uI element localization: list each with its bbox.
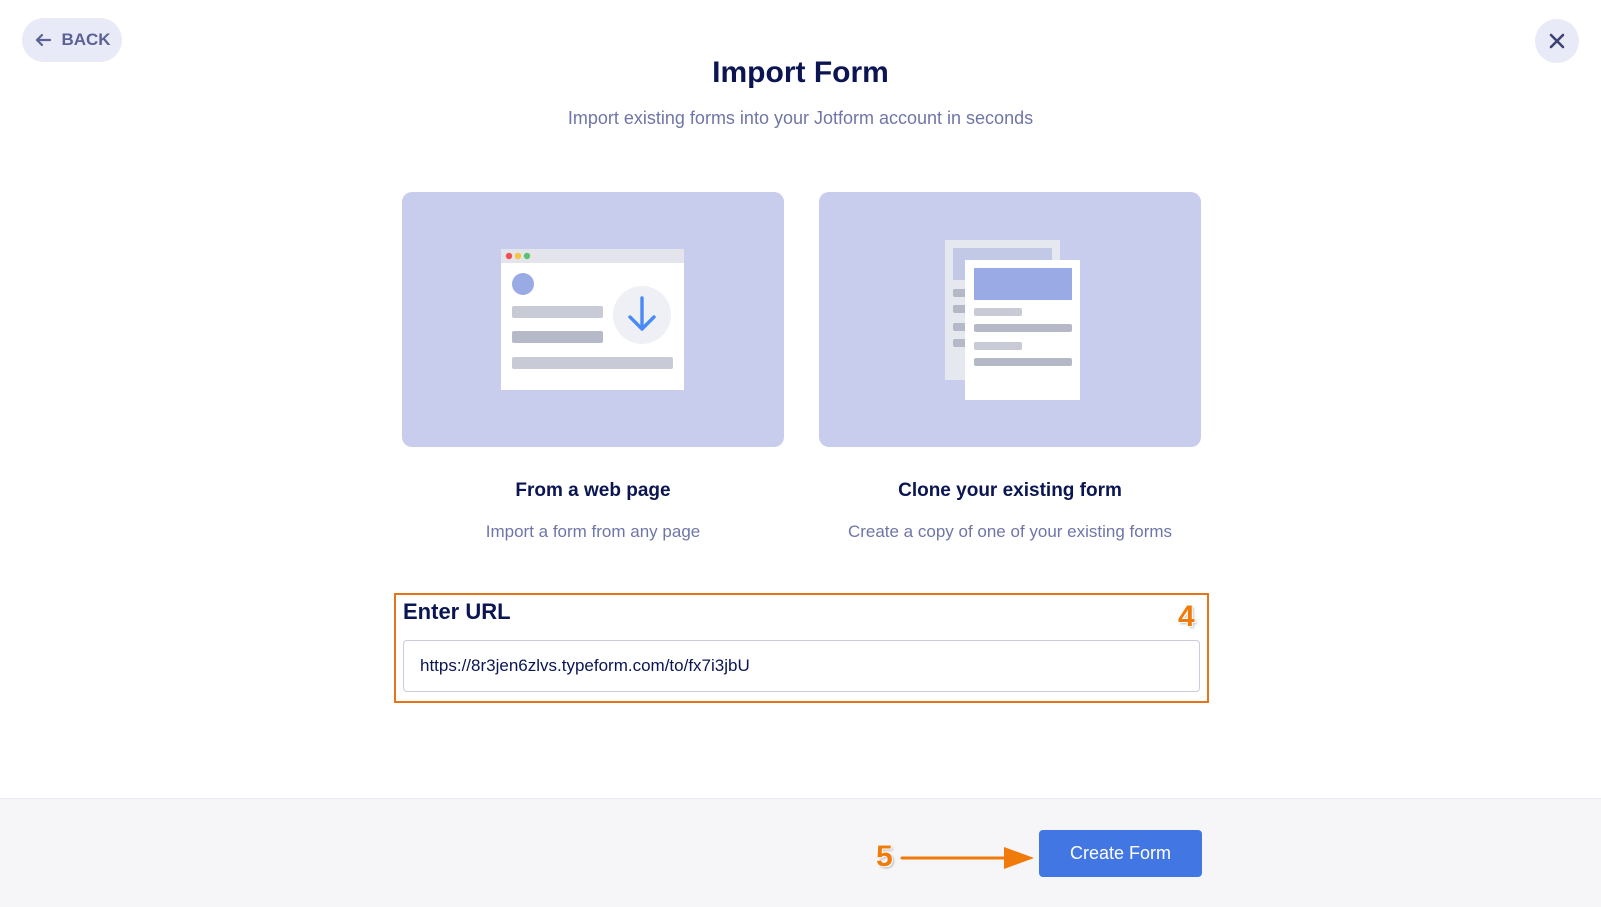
- option-description: Import a form from any page: [485, 522, 701, 541]
- url-input[interactable]: [403, 640, 1200, 692]
- option-title: From a web page: [515, 480, 671, 501]
- step-number-annotation: 4: [1178, 600, 1195, 633]
- page-subtitle: Import existing forms into your Jotform …: [567, 108, 1034, 128]
- close-icon: [1549, 33, 1565, 49]
- url-label: Enter URL: [403, 599, 511, 624]
- footer-bar: [0, 798, 1601, 907]
- page-title: Import Form: [712, 56, 889, 89]
- option-from-web-page[interactable]: From a web page Import a form from any p…: [402, 192, 784, 542]
- option-title: Clone your existing form: [898, 480, 1122, 501]
- step-number-annotation: 5: [876, 840, 893, 873]
- arrow-left-icon: [36, 33, 52, 47]
- create-form-button[interactable]: Create Form: [1039, 830, 1202, 877]
- option-clone-existing-form[interactable]: Clone your existing form Create a copy o…: [819, 192, 1201, 542]
- clone-form-illustration: [819, 192, 1201, 447]
- option-description: Create a copy of one of your existing fo…: [847, 522, 1173, 541]
- url-entry-section: Enter URL: [394, 593, 1209, 703]
- back-label: BACK: [61, 30, 111, 49]
- web-page-download-illustration: [402, 192, 784, 447]
- arrow-right-icon: [900, 847, 1034, 869]
